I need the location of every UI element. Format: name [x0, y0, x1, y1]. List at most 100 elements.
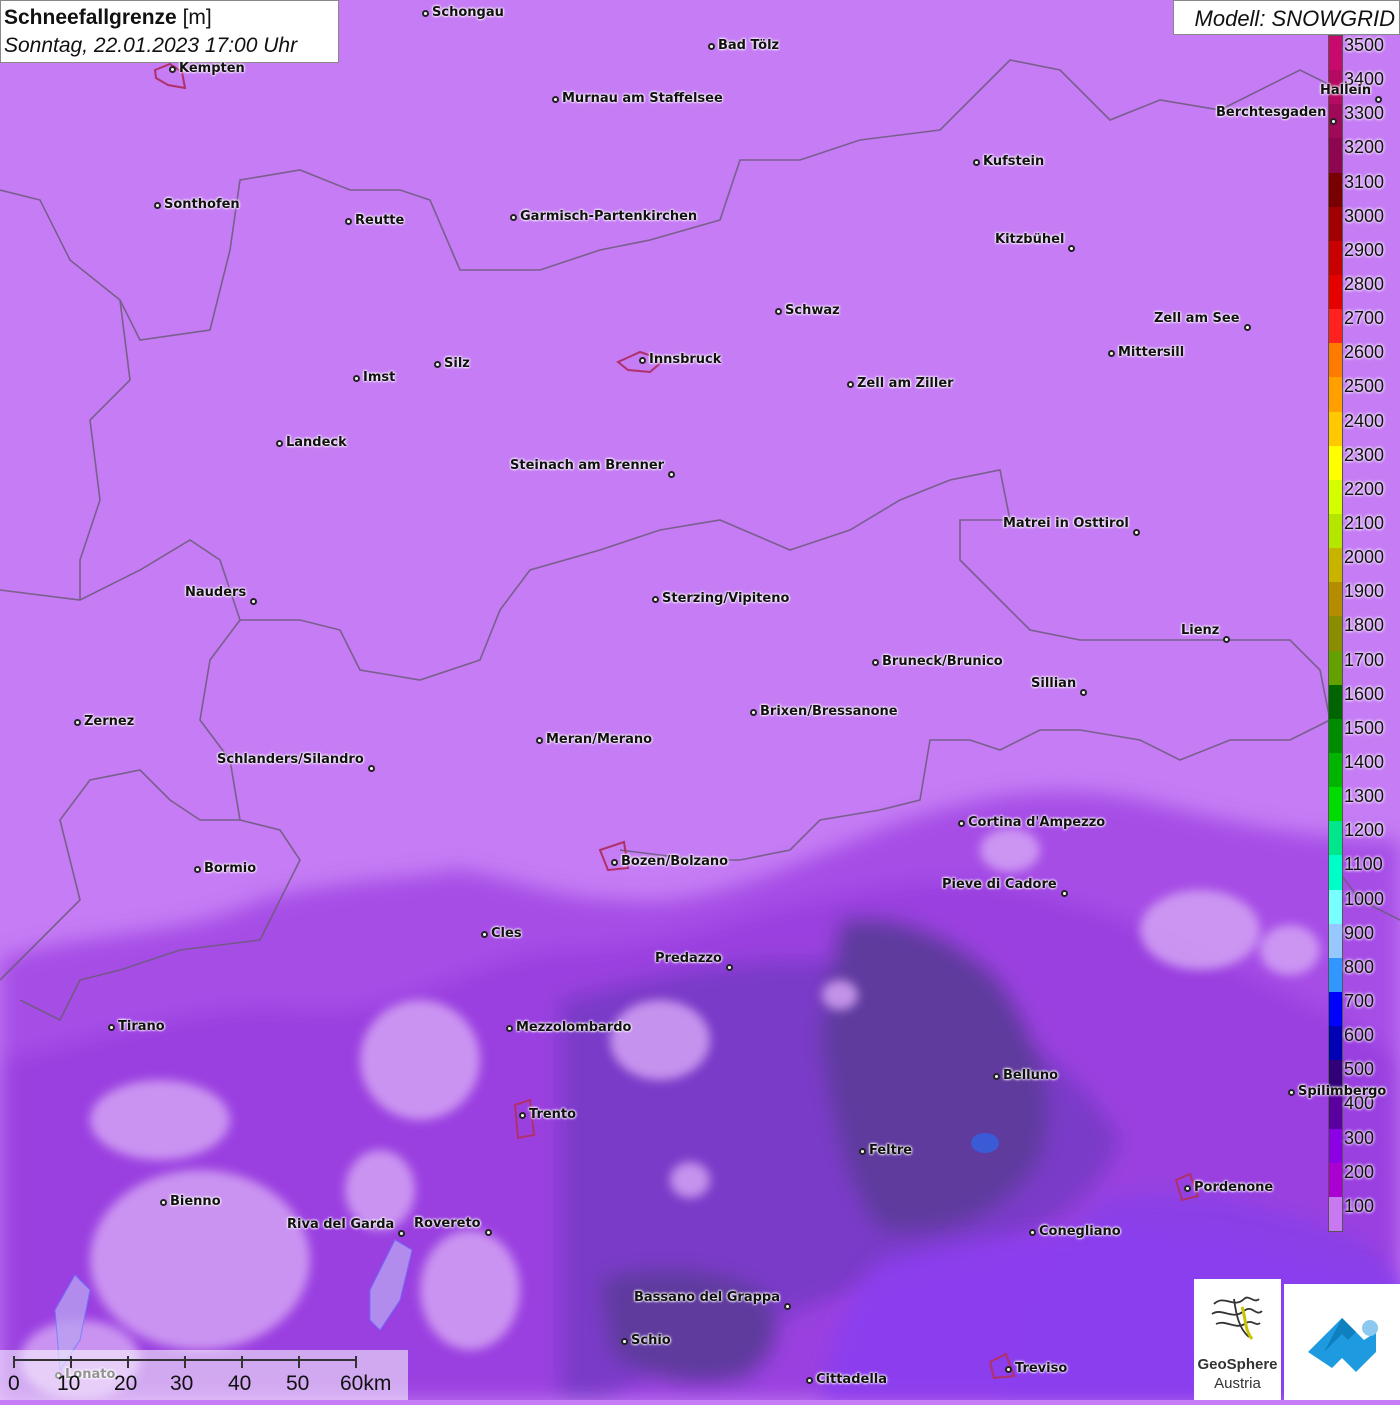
legend-label: 2200: [1344, 478, 1385, 499]
legend-swatch: [1329, 923, 1342, 959]
legend-label: 800: [1344, 956, 1375, 977]
city-marker: [505, 1024, 513, 1032]
legend-swatch: [1329, 787, 1342, 822]
legend-swatch: [1329, 377, 1342, 413]
city-label: Rovereto: [414, 1216, 481, 1231]
color-legend: [1328, 35, 1343, 1232]
city-marker: [551, 95, 559, 103]
legend-swatch: [1329, 445, 1342, 481]
city-marker: [193, 865, 201, 873]
city-marker: [1243, 323, 1251, 331]
city-marker: [805, 1376, 813, 1384]
city-label: Landeck: [286, 435, 347, 450]
city-marker: [249, 597, 257, 605]
legend-label: 1300: [1344, 786, 1385, 807]
legend-label: 2500: [1344, 376, 1385, 397]
legend-swatch: [1329, 718, 1342, 754]
city-label: Kufstein: [983, 154, 1045, 169]
legend-label: 3100: [1344, 171, 1385, 192]
city-label: Treviso: [1015, 1361, 1068, 1376]
legend-swatch: [1329, 1162, 1342, 1198]
snowgrid-logo: [1284, 1284, 1400, 1400]
city-label: Zernez: [84, 714, 135, 729]
city-marker: [707, 42, 715, 50]
city-marker: [1107, 349, 1115, 357]
legend-label: 2900: [1344, 239, 1385, 260]
scale-label: 60km: [340, 1372, 392, 1395]
city-marker: [1183, 1184, 1191, 1192]
legend-label: 3200: [1344, 137, 1385, 158]
city-marker: [651, 595, 659, 603]
city-marker: [972, 158, 980, 166]
city-label: Conegliano: [1039, 1224, 1121, 1239]
legend-swatch: [1329, 172, 1342, 208]
city-marker: [610, 858, 618, 866]
city-marker: [367, 764, 375, 772]
city-marker: [957, 819, 965, 827]
city-marker: [1329, 117, 1337, 125]
legend-label: 1200: [1344, 820, 1385, 841]
city-marker: [774, 307, 782, 315]
city-marker: [620, 1337, 628, 1345]
mountain-cloud-icon: [1308, 1318, 1378, 1372]
scale-label: 20: [114, 1372, 138, 1395]
scale-label: 40: [228, 1372, 252, 1395]
city-label: Mittersill: [1118, 345, 1185, 360]
city-marker: [518, 1111, 526, 1119]
legend-swatch: [1329, 206, 1342, 242]
city-label: Steinach am Brenner: [510, 458, 665, 473]
legend-swatch: [1329, 616, 1342, 652]
legend-label: 3000: [1344, 205, 1385, 226]
model-label-box: Modell: SNOWGRID: [1173, 0, 1400, 35]
city-label: Pordenone: [1194, 1180, 1274, 1195]
city-marker: [153, 201, 161, 209]
city-label: Zell am Ziller: [857, 376, 954, 391]
city-label: Meran/Merano: [546, 732, 653, 747]
legend-label: 600: [1344, 1025, 1375, 1046]
city-label: Tirano: [118, 1019, 165, 1034]
city-label: Trento: [529, 1107, 577, 1122]
legend-swatch: [1329, 411, 1342, 447]
city-marker: [535, 736, 543, 744]
city-label: Sonthofen: [164, 197, 240, 212]
city-label: Reutte: [355, 213, 405, 228]
city-label: Feltre: [869, 1143, 913, 1158]
city-label: Imst: [363, 370, 396, 385]
legend-swatch: [1329, 1094, 1342, 1130]
legend-label: 3500: [1344, 35, 1385, 55]
logo-text-line1: GeoSphere: [1197, 1356, 1278, 1373]
legend-label: 2600: [1344, 342, 1385, 363]
legend-label: 1600: [1344, 683, 1385, 704]
legend-label: 1000: [1344, 888, 1385, 909]
city-marker: [725, 963, 733, 971]
city-label: Nauders: [185, 585, 247, 600]
city-marker: [107, 1023, 115, 1031]
city-label: Belluno: [1003, 1068, 1059, 1083]
scale-label: 50: [286, 1372, 310, 1395]
city-marker: [352, 374, 360, 382]
model-label: Modell: SNOWGRID: [1194, 6, 1395, 31]
city-marker: [1374, 95, 1382, 103]
legend-label: 1500: [1344, 717, 1385, 738]
legend-swatch: [1329, 582, 1342, 617]
legend-swatch: [1329, 992, 1342, 1027]
city-label: Bozen/Bolzano: [621, 854, 729, 869]
city-label: Murnau am Staffelsee: [562, 91, 723, 106]
city-marker: [1060, 889, 1068, 897]
city-marker: [168, 65, 176, 73]
city-marker: [783, 1302, 791, 1310]
city-marker: [1132, 528, 1140, 536]
city-label: Hallein: [1320, 83, 1372, 98]
legend-swatch: [1329, 855, 1342, 891]
city-label: Bad Tölz: [718, 38, 780, 53]
legend-swatch: [1329, 240, 1342, 276]
map-title-box: Schneefallgrenze [m] Sonntag, 22.01.2023…: [0, 0, 339, 63]
legend-label: 1800: [1344, 615, 1385, 636]
legend-swatch: [1329, 275, 1342, 310]
city-label: Cles: [491, 926, 522, 941]
legend-swatch: [1329, 821, 1342, 856]
legend-swatch: [1329, 548, 1342, 583]
legend-swatch: [1329, 684, 1342, 720]
city-marker: [858, 1147, 866, 1155]
legend-swatch: [1329, 1196, 1342, 1232]
